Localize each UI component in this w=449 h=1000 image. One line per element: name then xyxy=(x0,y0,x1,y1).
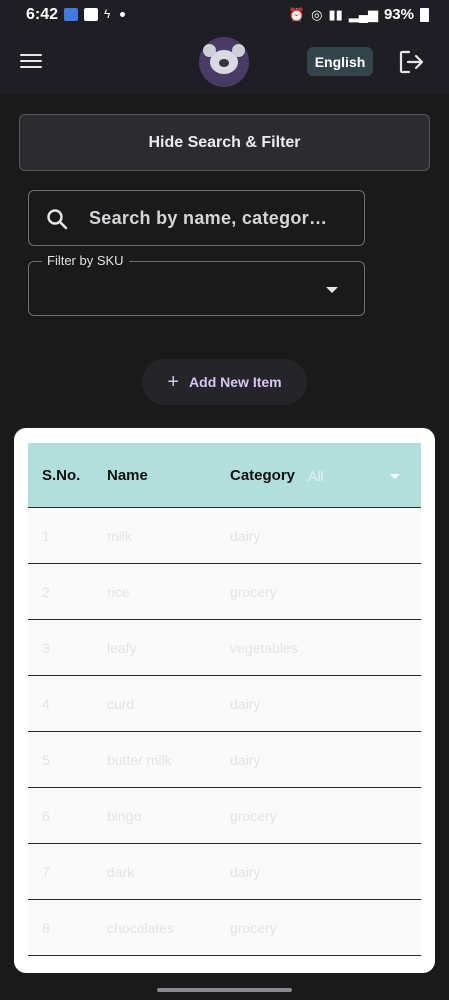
hotspot-icon: ◎ xyxy=(311,6,323,22)
search-field[interactable] xyxy=(28,190,365,246)
category-filter-dropdown-icon[interactable] xyxy=(390,474,400,479)
status-time: 6:42 xyxy=(26,6,59,23)
cell-name: leafy xyxy=(107,640,137,656)
column-header-sno: S.No. xyxy=(42,467,81,484)
sku-filter-dropdown[interactable]: Filter by SKU All SKUs xyxy=(28,253,365,316)
cell-category: dairy xyxy=(230,752,261,768)
cell-name: milk xyxy=(107,528,132,544)
system-icons: ⏰ ◎ ▮▮ ▂▄▆ 93% xyxy=(289,6,429,23)
hide-search-filter-button[interactable]: Hide Search & Filter xyxy=(19,114,430,171)
column-header-category: Category xyxy=(230,467,296,484)
cell-category: grocery xyxy=(230,584,277,600)
cell-sno: 7 xyxy=(42,864,50,880)
gallery-notification-icon xyxy=(84,7,98,21)
network-icon: ▮▮ xyxy=(328,6,343,22)
cell-category: dairy xyxy=(230,528,261,544)
cell-category: dairy xyxy=(230,696,261,712)
cell-sno: 5 xyxy=(42,752,50,768)
language-button[interactable]: English xyxy=(307,47,373,76)
app-bar: English xyxy=(0,30,449,94)
cell-category: dairy xyxy=(230,864,261,880)
cell-name: chocolates xyxy=(107,920,174,936)
table-row[interactable]: 2 rice grocery xyxy=(28,564,421,620)
table-row[interactable]: 6 bingo grocery xyxy=(28,788,421,844)
table-row[interactable]: 5 butter milk dairy xyxy=(28,732,421,788)
cell-sno: 8 xyxy=(42,920,50,936)
signal-icon: ▂▄▆ xyxy=(348,6,378,22)
cell-category: grocery xyxy=(230,920,277,936)
sku-filter-value: All SKUs xyxy=(47,282,103,298)
cell-sno: 4 xyxy=(42,696,50,712)
items-table-card: S.No. Name Category All 1 milk dairy 2 r… xyxy=(14,428,435,973)
app-notification-icon xyxy=(64,7,78,21)
cell-sno: 3 xyxy=(42,640,50,656)
dropdown-arrow-icon xyxy=(326,287,338,293)
battery-percent: 93% xyxy=(383,6,414,23)
cell-name: bingo xyxy=(107,808,142,824)
cell-sno: 1 xyxy=(42,528,50,544)
add-new-item-label: Add New Item xyxy=(189,374,282,390)
cell-sno: 6 xyxy=(42,808,50,824)
table-row[interactable]: 3 leafy vegetables xyxy=(28,620,421,676)
add-new-item-button[interactable]: + Add New Item xyxy=(142,359,307,405)
cell-name: rice xyxy=(107,584,130,600)
category-filter-value[interactable]: All xyxy=(308,468,324,484)
cell-category: grocery xyxy=(230,808,277,824)
table-row[interactable]: 7 dark dairy xyxy=(28,844,421,900)
search-icon xyxy=(47,209,68,230)
koala-face-icon xyxy=(203,44,245,74)
alarm-icon: ⏰ xyxy=(288,6,306,22)
cell-name: dark xyxy=(107,864,135,880)
notification-icons: ϟ xyxy=(64,7,126,21)
table-header: S.No. Name Category All xyxy=(28,443,421,508)
table-row[interactable]: 4 curd dairy xyxy=(28,676,421,732)
charging-notification-icon: ϟ xyxy=(104,7,111,21)
sku-filter-label: Filter by SKU xyxy=(42,253,129,268)
gesture-nav-handle[interactable] xyxy=(157,988,292,992)
status-bar: 6:42 ϟ ⏰ ◎ ▮▮ ▂▄▆ 93% xyxy=(0,0,449,30)
table-row[interactable]: 1 milk dairy xyxy=(28,508,421,564)
logout-icon[interactable] xyxy=(398,49,426,75)
battery-icon xyxy=(420,7,429,22)
plus-icon: + xyxy=(167,371,180,393)
cell-name: butter milk xyxy=(107,752,172,768)
menu-icon[interactable] xyxy=(20,50,46,72)
koala-logo xyxy=(199,37,249,87)
column-header-name: Name xyxy=(107,467,148,484)
search-input[interactable] xyxy=(89,199,354,237)
table-row[interactable]: 8 chocolates grocery xyxy=(28,900,421,956)
cell-name: curd xyxy=(107,696,135,712)
cell-sno: 2 xyxy=(42,584,50,600)
more-notifications-icon xyxy=(120,11,126,17)
cell-category: vegetables xyxy=(230,640,298,656)
items-table: S.No. Name Category All 1 milk dairy 2 r… xyxy=(28,443,421,956)
